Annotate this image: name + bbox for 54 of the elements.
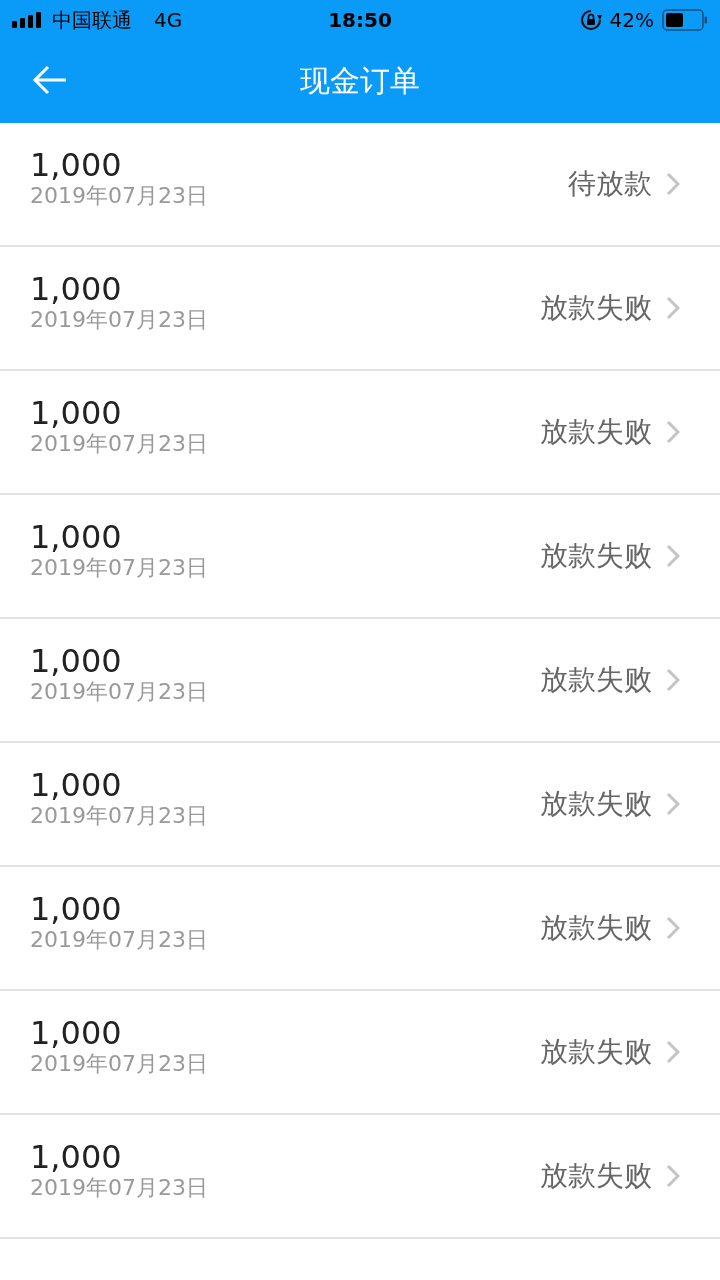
chevron-right-icon (666, 172, 680, 196)
order-amount: 1,000 (30, 767, 123, 803)
rotation-lock-icon (579, 9, 602, 31)
order-date: 2019年07月23日 (30, 1051, 208, 1077)
order-row[interactable]: 1,000 2019年07月23日 放款失败 (0, 743, 720, 867)
order-amount: 1,000 (30, 643, 123, 679)
order-date: 2019年07月23日 (30, 679, 208, 705)
battery-icon (662, 9, 708, 31)
chevron-right-icon (666, 668, 680, 692)
order-amount: 1,000 (30, 147, 123, 183)
order-amount: 1,000 (30, 519, 123, 555)
order-date: 2019年07月23日 (30, 307, 208, 333)
signal-icon (12, 12, 44, 28)
chevron-right-icon (666, 544, 680, 568)
order-status: 放款失败 (540, 910, 652, 946)
order-status: 放款失败 (540, 290, 652, 326)
carrier-name: 中国联通 (52, 6, 132, 34)
order-status: 放款失败 (540, 414, 652, 450)
order-date: 2019年07月23日 (30, 803, 208, 829)
clock-time: 18:50 (328, 8, 392, 32)
chevron-right-icon (666, 296, 680, 320)
chevron-right-icon (666, 1164, 680, 1188)
order-status: 放款失败 (540, 1034, 652, 1070)
network-type: 4G (154, 8, 183, 32)
order-row[interactable]: 1,000 2019年07月23日 放款失败 (0, 991, 720, 1115)
order-row[interactable]: 1,000 2019年07月23日 放款失败 (0, 495, 720, 619)
order-date: 2019年07月23日 (30, 183, 208, 209)
order-date: 2019年07月23日 (30, 431, 208, 457)
order-amount: 1,000 (30, 395, 123, 431)
order-status: 放款失败 (540, 1158, 652, 1194)
order-date: 2019年07月23日 (30, 927, 208, 953)
order-row[interactable]: 1,000 2019年07月23日 放款失败 (0, 247, 720, 371)
order-row[interactable]: 1,000 2019年07月23日 放款失败 (0, 371, 720, 495)
order-row[interactable]: 1,000 2019年07月23日 放款失败 (0, 619, 720, 743)
order-row[interactable]: 1,000 2019年07月23日 待放款 (0, 123, 720, 247)
order-amount: 1,000 (30, 271, 123, 307)
order-status: 放款失败 (540, 538, 652, 574)
battery-percent: 42% (609, 8, 654, 32)
order-status: 待放款 (568, 166, 652, 202)
order-date: 2019年07月23日 (30, 555, 208, 581)
order-amount: 1,000 (30, 1139, 123, 1175)
chevron-right-icon (666, 916, 680, 940)
order-row[interactable]: 1,000 2019年07月23日 放款失败 (0, 1115, 720, 1239)
order-amount: 1,000 (30, 1015, 123, 1051)
chevron-right-icon (666, 1040, 680, 1064)
order-status: 放款失败 (540, 786, 652, 822)
order-status: 放款失败 (540, 662, 652, 698)
chevron-right-icon (666, 792, 680, 816)
back-arrow-icon (32, 64, 68, 95)
page-title: 现金订单 (300, 62, 420, 100)
chevron-right-icon (666, 420, 680, 444)
order-date: 2019年07月23日 (30, 1175, 208, 1201)
order-row[interactable]: 1,000 2019年07月23日 放款失败 (0, 867, 720, 991)
order-amount: 1,000 (30, 891, 123, 927)
